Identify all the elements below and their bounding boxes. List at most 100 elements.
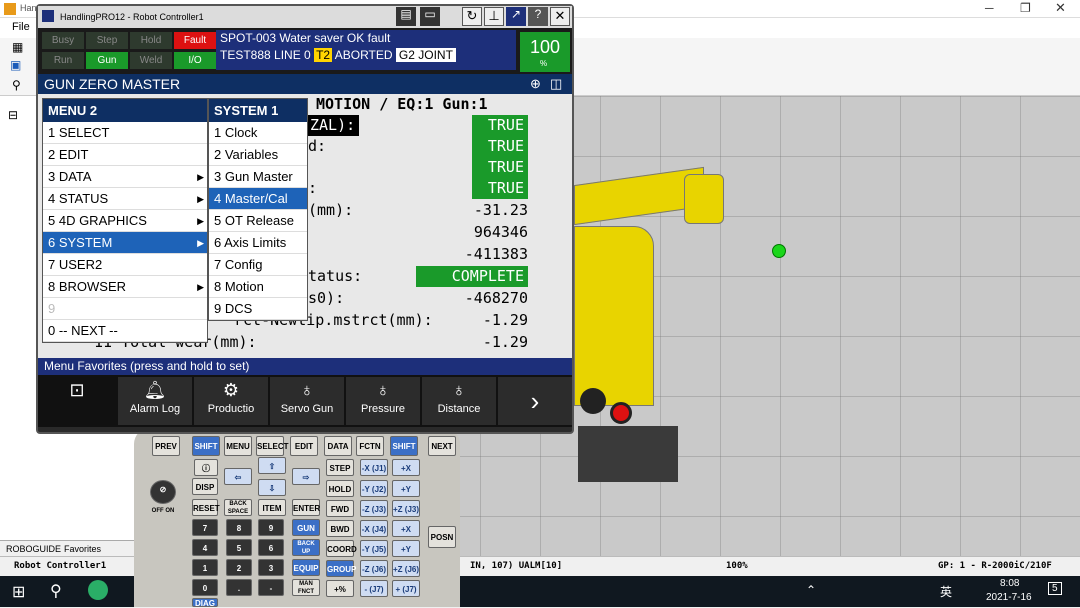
- key-fwd[interactable]: FWD: [326, 500, 354, 517]
- menu-item-system[interactable]: 6 SYSTEM ▶: [43, 232, 207, 254]
- menu-item-user2[interactable]: 7 USER2: [43, 254, 207, 276]
- row-value[interactable]: TRUE: [472, 115, 528, 136]
- key-5[interactable]: 5: [226, 539, 252, 556]
- submenu-item-dcs[interactable]: 9 DCS: [209, 298, 307, 320]
- key-0[interactable]: 0: [192, 579, 218, 596]
- key-jog-minus-x[interactable]: -X (J1): [360, 459, 388, 476]
- windows-start-icon[interactable]: ⊞: [12, 582, 25, 602]
- minimize-icon[interactable]: ─: [985, 1, 994, 15]
- display-icon[interactable]: ▭: [420, 7, 440, 26]
- override-indicator[interactable]: 100 %: [520, 32, 570, 72]
- key-fctn[interactable]: FCTN: [356, 436, 384, 456]
- key-1[interactable]: 1: [192, 559, 218, 576]
- menu-item-data[interactable]: 3 DATA ▶: [43, 166, 207, 188]
- key-jog-plus-x[interactable]: +X (J1): [392, 459, 420, 490]
- key-left-arrow-icon[interactable]: ⇦: [224, 468, 252, 485]
- close-pendant-icon[interactable]: ✕: [550, 7, 570, 26]
- key-edit[interactable]: EDIT: [290, 436, 318, 456]
- menu-file[interactable]: File: [12, 21, 30, 33]
- tray-chevron-icon[interactable]: ⌃: [806, 583, 816, 597]
- tab-favorites[interactable]: Favorites: [64, 544, 101, 554]
- expand-icon[interactable]: ↗: [506, 7, 526, 26]
- row-value[interactable]: -1.29: [458, 332, 528, 353]
- menu-item-select[interactable]: 1 SELECT: [43, 122, 207, 144]
- key-jog-plus-rz[interactable]: +Z (J6): [392, 560, 420, 577]
- key-jog-minus-z[interactable]: -Z (J3): [360, 500, 388, 517]
- clock-time[interactable]: 8:08: [1000, 578, 1019, 589]
- key-speed-up-icon[interactable]: +%: [326, 580, 354, 597]
- wechat-icon[interactable]: [88, 580, 108, 600]
- key-jog-plus-z[interactable]: +Z (J3): [392, 500, 420, 517]
- key-coord[interactable]: COORD: [326, 540, 357, 557]
- grid-icon[interactable]: ▦: [12, 40, 23, 54]
- restore-icon[interactable]: ❐: [1020, 1, 1031, 15]
- search-icon[interactable]: ⚲: [50, 581, 62, 601]
- key-info-icon[interactable]: ⓘ: [194, 459, 218, 476]
- menu-item-next[interactable]: 0 -- NEXT --: [43, 320, 207, 342]
- submenu-item-axis-limits[interactable]: 6 Axis Limits: [209, 232, 307, 254]
- key-down-arrow-icon[interactable]: ⇩: [258, 479, 286, 496]
- key-jog-plus-j7[interactable]: + (J7): [392, 580, 420, 597]
- key-dot[interactable]: .: [226, 579, 252, 596]
- key-diag[interactable]: DIAG: [192, 598, 218, 608]
- key-jog-minus-ry[interactable]: -Y (J5): [360, 540, 388, 557]
- submenu-item-ot-release[interactable]: 5 OT Release: [209, 210, 307, 232]
- key-8[interactable]: 8: [226, 519, 252, 536]
- submenu-item-motion[interactable]: 8 Motion: [209, 276, 307, 298]
- robot-model[interactable]: [574, 156, 734, 486]
- key-up-arrow-icon[interactable]: ⇧: [258, 457, 286, 474]
- key-prev[interactable]: PREV: [152, 436, 180, 456]
- row-value[interactable]: -411383: [418, 244, 528, 265]
- key-2[interactable]: 2: [226, 559, 252, 576]
- search-icon[interactable]: ⚲: [12, 78, 21, 92]
- zoom-icon[interactable]: ⊕: [530, 74, 541, 94]
- key-shift-right[interactable]: SHIFT: [390, 436, 418, 456]
- clock-date[interactable]: 2021-7-16: [986, 592, 1032, 603]
- key-data[interactable]: DATA: [324, 436, 352, 456]
- key-jog-minus-rz[interactable]: -Z (J6): [360, 560, 388, 577]
- key-minus[interactable]: -: [258, 579, 284, 596]
- key-backup[interactable]: BACK UP: [292, 539, 320, 556]
- help-icon[interactable]: ?: [528, 7, 548, 26]
- submenu-item-clock[interactable]: 1 Clock: [209, 122, 307, 144]
- key-7[interactable]: 7: [192, 519, 218, 536]
- menu-item-edit[interactable]: 2 EDIT: [43, 144, 207, 166]
- key-jog-plus-ry[interactable]: +Y (J5): [392, 540, 420, 571]
- key-jog-minus-rx[interactable]: -X (J4): [360, 520, 388, 537]
- key-9[interactable]: 9: [258, 519, 284, 536]
- fav-distance[interactable]: ♁ Distance: [422, 377, 496, 425]
- pin-icon[interactable]: ⊥: [484, 7, 504, 26]
- row-value[interactable]: TRUE: [472, 136, 528, 157]
- menu-item-browser[interactable]: 8 BROWSER ▶: [43, 276, 207, 298]
- submenu-item-variables[interactable]: 2 Variables: [209, 144, 307, 166]
- key-reset[interactable]: RESET: [192, 499, 220, 516]
- notification-icon[interactable]: 5: [1048, 582, 1062, 595]
- row-label[interactable]: ZAL):: [306, 115, 360, 136]
- key-shift-left[interactable]: SHIFT: [192, 436, 220, 456]
- target-point[interactable]: [772, 244, 786, 258]
- refresh-icon[interactable]: ↻: [462, 7, 482, 26]
- key-select[interactable]: SELECT: [256, 436, 289, 456]
- teach-pendant-icon[interactable]: ▣: [10, 58, 21, 72]
- tab-roboguide[interactable]: ROBOGUIDE: [6, 544, 61, 554]
- close-app-icon[interactable]: ✕: [1055, 0, 1066, 16]
- fav-alarm-log[interactable]: 🔔︎ Alarm Log: [118, 377, 192, 425]
- fav-next-button[interactable]: ›: [498, 377, 572, 425]
- key-group[interactable]: GROUP: [326, 560, 356, 577]
- key-item[interactable]: ITEM: [258, 499, 286, 516]
- key-jog-minus-y[interactable]: -Y (J2): [360, 480, 388, 497]
- key-jog-plus-y[interactable]: +Y (J2): [392, 480, 420, 511]
- fav-production[interactable]: ⚙ Productio: [194, 377, 268, 425]
- key-man-fnct[interactable]: MAN FNCT: [292, 579, 320, 596]
- submenu-item-master-cal[interactable]: 4 Master/Cal: [209, 188, 307, 210]
- menu-item-status[interactable]: 4 STATUS ▶: [43, 188, 207, 210]
- submenu-item-gun-master[interactable]: 3 Gun Master: [209, 166, 307, 188]
- key-menu[interactable]: MENU: [224, 436, 252, 456]
- key-hold[interactable]: HOLD: [326, 480, 354, 497]
- key-jog-plus-rx[interactable]: +X (J4): [392, 520, 420, 551]
- tree-node-icon[interactable]: ⊟: [8, 108, 18, 122]
- row-value[interactable]: TRUE: [472, 178, 528, 199]
- fav-clear-button[interactable]: ⊡: [40, 377, 114, 425]
- split-screen-icon[interactable]: ◫: [550, 74, 562, 94]
- fav-pressure[interactable]: ♁ Pressure: [346, 377, 420, 425]
